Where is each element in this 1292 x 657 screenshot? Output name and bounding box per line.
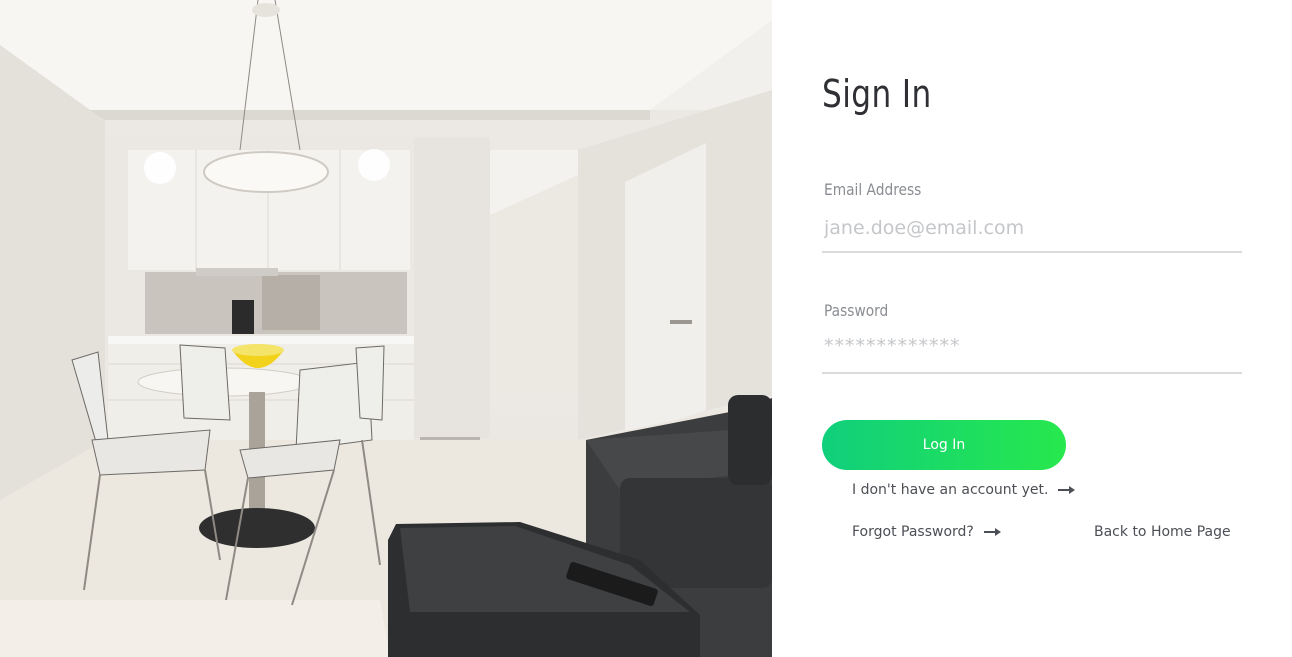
register-link[interactable]: I don't have an account yet.: [852, 482, 1076, 498]
password-underline: [822, 372, 1242, 374]
arrow-right-icon: [983, 528, 1001, 536]
signin-page: Sign In Email Address Password Log In I …: [0, 0, 1292, 657]
back-home-label: Back to Home Page: [1094, 524, 1231, 540]
page-title: Sign In: [822, 72, 932, 116]
register-link-label: I don't have an account yet.: [852, 482, 1049, 498]
interior-illustration: [0, 0, 772, 657]
interior-photo: [0, 0, 772, 657]
arrow-right-icon: [1058, 486, 1076, 494]
forgot-password-link[interactable]: Forgot Password?: [852, 524, 1001, 540]
email-underline: [822, 251, 1242, 253]
back-home-link[interactable]: Back to Home Page: [1094, 524, 1231, 540]
password-label: Password: [824, 301, 889, 320]
forgot-password-label: Forgot Password?: [852, 524, 974, 540]
email-label: Email Address: [824, 180, 922, 199]
login-button[interactable]: Log In: [822, 420, 1066, 470]
email-field[interactable]: [822, 210, 1242, 246]
password-field[interactable]: [822, 328, 1242, 364]
signin-panel: Sign In Email Address Password Log In I …: [772, 0, 1292, 657]
